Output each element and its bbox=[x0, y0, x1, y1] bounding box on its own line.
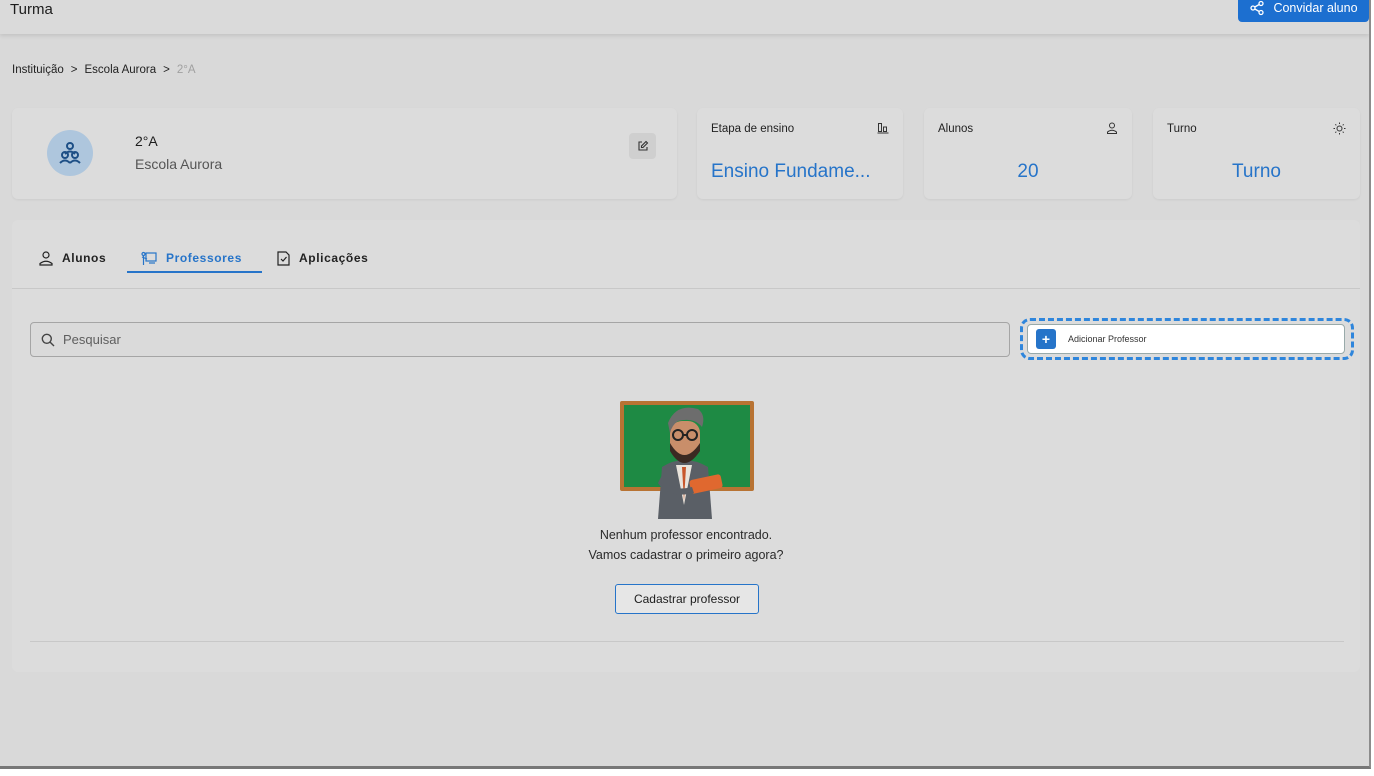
top-bar: Turma Convidar aluno bbox=[0, 0, 1369, 34]
plus-icon: + bbox=[1036, 329, 1056, 349]
tab-professores[interactable]: Professores bbox=[141, 245, 242, 271]
breadcrumb-item-school[interactable]: Escola Aurora bbox=[85, 64, 157, 76]
stat-card-turno: Turno Turno bbox=[1153, 108, 1360, 199]
tab-alunos[interactable]: Alunos bbox=[39, 245, 106, 271]
stat-label: Turno bbox=[1167, 123, 1197, 135]
teacher-illustration bbox=[620, 401, 754, 519]
sun-icon bbox=[1333, 122, 1346, 135]
tab-label: Professores bbox=[166, 251, 242, 265]
share-icon bbox=[1250, 0, 1265, 16]
stat-label: Etapa de ensino bbox=[711, 123, 795, 135]
breadcrumb-item-institution[interactable]: Instituição bbox=[12, 64, 64, 76]
group-icon bbox=[59, 142, 81, 164]
search-icon bbox=[41, 333, 55, 346]
search-input[interactable] bbox=[63, 332, 963, 347]
stat-value: 20 bbox=[1017, 161, 1039, 182]
bar-chart-icon bbox=[877, 123, 889, 134]
person-icon bbox=[39, 250, 53, 266]
person-icon bbox=[1107, 122, 1117, 134]
invite-student-button[interactable]: Convidar aluno bbox=[1238, 0, 1369, 22]
page-title: Turma bbox=[10, 1, 53, 18]
breadcrumb-separator: > bbox=[163, 64, 170, 76]
divider bbox=[30, 641, 1344, 642]
stat-label: Alunos bbox=[938, 123, 974, 135]
add-professor-button[interactable]: + Adicionar Professor bbox=[1027, 324, 1345, 354]
add-professor-highlight: + Adicionar Professor bbox=[1020, 318, 1354, 360]
breadcrumb: Instituição > Escola Aurora > 2°A bbox=[12, 64, 196, 76]
empty-state-message: Nenhum professor encontrado. Vamos cadas… bbox=[12, 525, 1360, 565]
teacher-board-icon bbox=[141, 251, 157, 265]
tab-aplicacoes[interactable]: Aplicações bbox=[277, 245, 368, 271]
app-window: Turma Convidar aluno Instituição > Escol… bbox=[0, 0, 1371, 769]
add-professor-label: Adicionar Professor bbox=[1068, 334, 1147, 344]
breadcrumb-separator: > bbox=[70, 64, 78, 76]
stat-value: Ensino Fundame... bbox=[711, 161, 871, 182]
avatar bbox=[47, 130, 93, 176]
edit-icon bbox=[637, 140, 648, 151]
stat-card-alunos: Alunos 20 bbox=[924, 108, 1132, 199]
class-name: 2°A bbox=[135, 133, 158, 149]
stat-value: Turno bbox=[1232, 161, 1281, 182]
tab-label: Aplicações bbox=[299, 251, 369, 265]
tab-bar: Alunos Professores Aplicações bbox=[12, 220, 1360, 289]
search-field[interactable] bbox=[30, 322, 1010, 357]
active-tab-indicator bbox=[127, 271, 262, 273]
class-profile-card: 2°A Escola Aurora bbox=[12, 108, 677, 199]
main-panel: Alunos Professores Aplicações Pesquisar … bbox=[12, 220, 1360, 672]
breadcrumb-current: 2°A bbox=[176, 64, 196, 76]
register-professor-button[interactable]: Cadastrar professor bbox=[615, 584, 759, 614]
edit-class-button[interactable] bbox=[629, 133, 656, 159]
school-name: Escola Aurora bbox=[135, 156, 223, 172]
checked-document-icon bbox=[277, 250, 290, 266]
invite-student-label: Convidar aluno bbox=[1273, 1, 1358, 15]
stat-card-etapa: Etapa de ensino Ensino Fundame... bbox=[697, 108, 903, 199]
empty-state-line1: Nenhum professor encontrado. bbox=[599, 528, 773, 542]
tab-label: Alunos bbox=[62, 251, 107, 265]
empty-state-line2: Vamos cadastrar o primeiro agora? bbox=[588, 548, 784, 562]
